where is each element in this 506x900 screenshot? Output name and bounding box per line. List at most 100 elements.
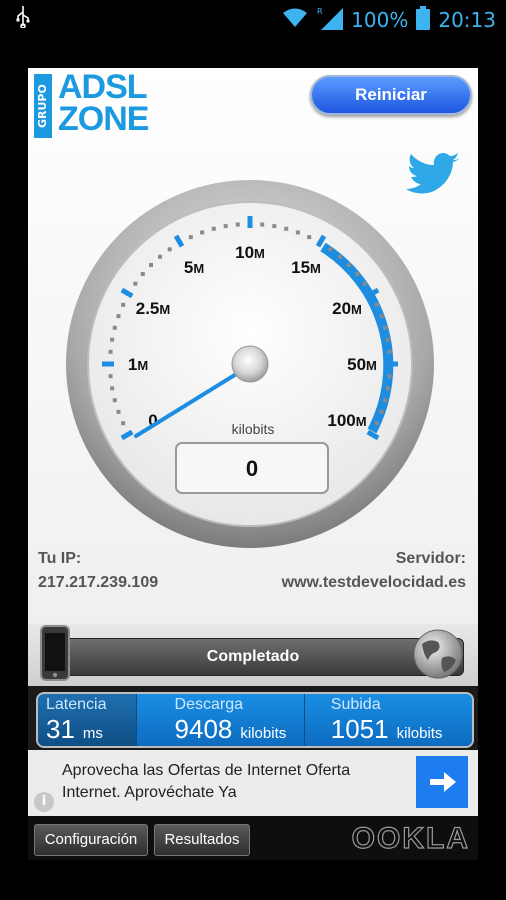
gauge-tick-dot: [385, 337, 390, 342]
upload-label: Subida: [330, 696, 381, 713]
upload-value-wrap: 1051 kilobits: [331, 714, 443, 745]
gauge-tick-label: 5M: [184, 258, 204, 277]
results-bar: Latencia 31 ms Descarga 9408 kilobits Subi…: [36, 692, 474, 748]
gauge-tick-dot: [385, 386, 390, 391]
logo-zone: ZONE: [58, 100, 149, 138]
gauge-tick-dot: [355, 272, 360, 277]
settings-button[interactable]: Configuración: [34, 824, 148, 856]
gauge-tick-dot: [235, 222, 240, 227]
gauge-tick-label: 2.5M: [136, 299, 170, 318]
latency-value-wrap: 31 ms: [46, 714, 103, 745]
gauge-tick-dot: [295, 230, 300, 235]
gauge-tick-dot: [158, 254, 163, 259]
download-cell: Descarga 9408 kilobits: [135, 694, 304, 746]
gauge-tick-label: 1M: [128, 355, 148, 374]
gauge-tick-dot: [307, 235, 312, 240]
latency-cell: Latencia 31 ms: [38, 694, 136, 746]
upload-value: 1051: [330, 714, 389, 744]
gauge-tick-dot: [328, 247, 333, 252]
gauge-tick-dot: [108, 349, 113, 354]
signal-icon: R: [317, 6, 344, 34]
usb-icon: [16, 6, 30, 33]
gauge-tick-dot: [121, 421, 126, 426]
ad-text[interactable]: Aprovecha las Ofertas de Internet Oferta…: [62, 760, 402, 804]
clock: 20:13: [438, 8, 496, 32]
wifi-icon: [281, 7, 309, 33]
twitter-icon[interactable]: [406, 152, 462, 194]
gauge-tick-dot: [108, 374, 113, 379]
gauge-tick-label: 20M: [332, 299, 362, 318]
restart-button[interactable]: Reiniciar: [310, 75, 472, 115]
results-panel: Latencia 31 ms Descarga 9408 kilobits Subi…: [28, 686, 478, 750]
speedtest-app: 0 1M 2.5M 5M 10M 15M 20M 50M 100M kilobits 0 GRU…: [28, 68, 478, 860]
status-bar: R 100% 20:13: [0, 0, 506, 36]
gauge-tick-dot: [374, 302, 379, 307]
logo-adsl: ADSL: [58, 68, 148, 106]
gauge-tick-dot: [383, 398, 388, 403]
gauge-tick-dot: [362, 281, 367, 286]
gauge-tick-dot: [110, 386, 115, 391]
svg-text:R: R: [317, 7, 323, 16]
gauge-tick-dot: [272, 224, 277, 229]
gauge-readout: 0: [246, 456, 258, 481]
gauge-tick-dot: [110, 337, 115, 342]
latency-label: Latencia: [46, 696, 107, 713]
gauge-unit-label: kilobits: [232, 421, 275, 437]
gauge-tick-label: 10M: [235, 243, 265, 262]
phone-icon: [38, 624, 72, 682]
ip-value: 217.217.239.109: [38, 574, 159, 591]
gauge-tick-dot: [121, 302, 126, 307]
main-panel: 0 1M 2.5M 5M 10M 15M 20M 50M 100M kilobits 0 GRU…: [28, 68, 478, 628]
gauge-tick-dot: [379, 314, 384, 319]
gauge-tick-dot: [167, 247, 172, 252]
gauge-tick-dot: [188, 235, 193, 240]
download-label: Descarga: [174, 696, 244, 713]
battery-percent: 100%: [351, 8, 409, 32]
gauge-tick-dot: [140, 272, 145, 277]
arrow-right-icon[interactable]: [416, 756, 468, 808]
globe-icon: [412, 628, 464, 680]
gauge-tick-label: 15M: [291, 258, 321, 277]
gauge-tick-dot: [149, 263, 154, 268]
gauge-tick-dot: [284, 226, 289, 231]
gauge-tick-dot: [374, 421, 379, 426]
gauge-tick-dot: [112, 325, 117, 330]
latency-value: 31: [46, 714, 75, 744]
gauge-tick-label: 100M: [327, 411, 366, 430]
gauge-tick-dot: [116, 409, 121, 414]
download-value-wrap: 9408 kilobits: [175, 714, 287, 745]
logo-grupo: GRUPO: [34, 74, 52, 138]
ookla-logo: OOKLA: [351, 821, 470, 855]
gauge-tick-dot: [200, 230, 205, 235]
gauge-hub: [231, 345, 269, 383]
battery-icon: [416, 6, 431, 34]
ip-label: Tu IP:: [38, 550, 82, 567]
gauge-tick-label: 50M: [347, 355, 377, 374]
server-value: www.testdevelocidad.es: [281, 574, 466, 591]
gauge-tick-dot: [346, 263, 351, 268]
results-button[interactable]: Resultados: [154, 824, 250, 856]
progress-status: Completado: [42, 638, 464, 676]
server-label: Servidor:: [395, 550, 466, 567]
info-icon[interactable]: i: [34, 792, 54, 812]
footer-bar: Configuración Resultados OOKLA: [28, 816, 478, 860]
gauge-tick-dot: [133, 281, 138, 286]
gauge-tick-dot: [211, 226, 216, 231]
gauge-tick-dot: [260, 222, 265, 227]
latency-unit: ms: [82, 725, 103, 742]
gauge-tick-dot: [387, 349, 392, 354]
gauge-tick-dot: [383, 325, 388, 330]
test-progress-area: Completado: [28, 624, 478, 686]
gauge-tick-dot: [379, 409, 384, 414]
upload-cell: Subida 1051 kilobits: [303, 694, 472, 746]
gauge-tick-dot: [223, 224, 228, 229]
gauge-tick-dot: [112, 398, 117, 403]
download-unit: kilobits: [240, 725, 287, 742]
gauge-tick-dot: [387, 374, 392, 379]
ad-banner[interactable]: i Aprovecha las Ofertas de Internet Ofer…: [28, 750, 478, 816]
adslzone-logo: GRUPO ADSL ZONE: [34, 70, 150, 138]
upload-unit: kilobits: [396, 725, 443, 742]
gauge-tick-dot: [116, 314, 121, 319]
download-value: 9408: [174, 714, 233, 744]
gauge-tick-dot: [337, 254, 342, 259]
